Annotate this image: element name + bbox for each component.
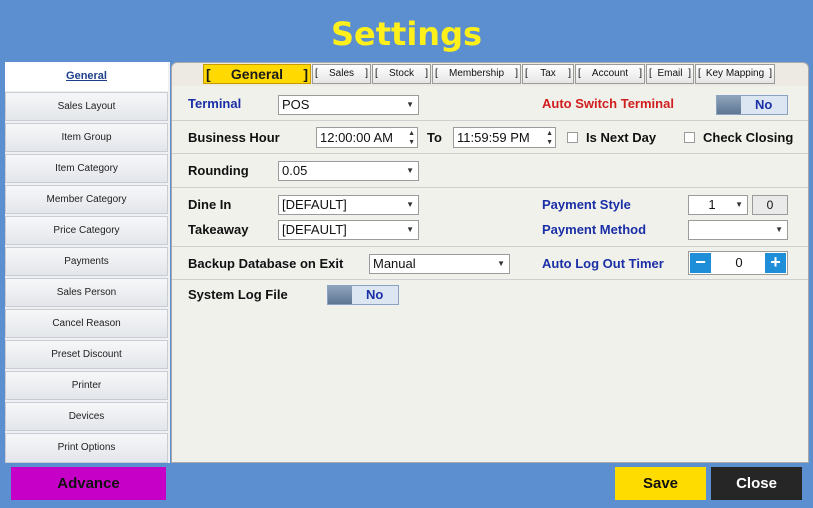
- is-next-day-checkbox[interactable]: [567, 132, 578, 143]
- divider: [172, 120, 808, 121]
- advance-button[interactable]: Advance: [11, 467, 166, 500]
- chevron-down-icon: ▼: [775, 225, 783, 234]
- close-button[interactable]: Close: [711, 467, 802, 500]
- plus-icon[interactable]: +: [765, 253, 786, 273]
- dine-in-label: Dine In: [188, 197, 232, 212]
- sidebar-item-print-options[interactable]: Print Options: [5, 433, 168, 463]
- divider: [172, 279, 808, 280]
- chevron-down-icon: ▼: [406, 100, 414, 109]
- minus-icon[interactable]: −: [690, 253, 711, 273]
- sidebar-item-sales-person[interactable]: Sales Person: [5, 278, 168, 307]
- auto-logout-timer-stepper[interactable]: − 0 +: [688, 251, 788, 275]
- backup-database-select[interactable]: Manual ▼: [369, 254, 510, 274]
- check-closing-label: Check Closing: [703, 130, 794, 145]
- window-title: Settings: [330, 15, 483, 53]
- business-hour-label: Business Hour: [188, 130, 280, 145]
- tab-stock[interactable]: [ Stock ]: [372, 64, 431, 84]
- sidebar-item-payments[interactable]: Payments: [5, 247, 168, 276]
- tab-key-mapping[interactable]: [ Key Mapping ]: [695, 64, 775, 84]
- tab-sales-label: Sales: [328, 68, 354, 79]
- sidebar-item-item-group[interactable]: Item Group: [5, 123, 168, 152]
- payment-style-select[interactable]: 1 ▼: [688, 195, 748, 215]
- check-closing-checkbox[interactable]: [684, 132, 695, 143]
- sidebar-item-printer[interactable]: Printer: [5, 371, 168, 400]
- tab-sales[interactable]: [ Sales ]: [312, 64, 371, 84]
- sidebar-item-cancel-reason[interactable]: Cancel Reason: [5, 309, 168, 338]
- auto-switch-terminal-label: Auto Switch Terminal: [542, 96, 674, 111]
- auto-logout-timer-label: Auto Log Out Timer: [542, 256, 664, 271]
- spin-up-icon[interactable]: ▲: [408, 129, 415, 138]
- sidebar-item-general[interactable]: General: [5, 62, 168, 91]
- tab-key-mapping-label: Key Mapping: [705, 68, 765, 79]
- tab-account-label: Account: [591, 68, 629, 79]
- payment-method-label: Payment Method: [542, 222, 647, 237]
- save-button[interactable]: Save: [615, 467, 706, 500]
- chevron-down-icon: ▼: [497, 259, 505, 268]
- tab-tax-label: Tax: [540, 68, 556, 79]
- takeaway-select[interactable]: [DEFAULT] ▼: [278, 220, 419, 240]
- tab-stock-label: Stock: [388, 68, 414, 79]
- divider: [172, 153, 808, 154]
- sidebar-item-sales-layout[interactable]: Sales Layout: [5, 92, 168, 121]
- tab-general[interactable]: [ General ]: [203, 64, 311, 84]
- divider: [172, 187, 808, 188]
- business-hour-to-label: To: [427, 130, 442, 145]
- tab-tax[interactable]: [ Tax ]: [522, 64, 574, 84]
- payment-style-extra-field[interactable]: 0: [752, 195, 788, 215]
- spin-down-icon[interactable]: ▼: [546, 138, 553, 147]
- tab-general-label: General: [230, 66, 284, 82]
- sidebar-item-devices[interactable]: Devices: [5, 402, 168, 431]
- payment-style-label: Payment Style: [542, 197, 631, 212]
- is-next-day-label: Is Next Day: [586, 130, 657, 145]
- terminal-label: Terminal: [188, 96, 242, 111]
- divider: [172, 246, 808, 247]
- chevron-down-icon: ▼: [406, 200, 414, 209]
- sidebar-item-member-category[interactable]: Member Category: [5, 185, 168, 214]
- rounding-select[interactable]: 0.05 ▼: [278, 161, 419, 181]
- system-log-file-label: System Log File: [188, 287, 288, 302]
- spin-down-icon[interactable]: ▼: [408, 138, 415, 147]
- rounding-label: Rounding: [188, 163, 249, 178]
- backup-database-label: Backup Database on Exit: [188, 256, 344, 271]
- tab-email[interactable]: [ Email ]: [646, 64, 694, 84]
- sidebar-item-preset-discount[interactable]: Preset Discount: [5, 340, 168, 369]
- sidebar-item-item-category[interactable]: Item Category: [5, 154, 168, 183]
- toggle-knob: [717, 96, 741, 114]
- tab-email-label: Email: [657, 68, 683, 79]
- chevron-down-icon: ▼: [406, 225, 414, 234]
- terminal-select[interactable]: POS ▼: [278, 95, 419, 115]
- tab-membership[interactable]: [ Membership ]: [432, 64, 521, 84]
- toggle-knob: [328, 286, 352, 304]
- sidebar-item-price-category[interactable]: Price Category: [5, 216, 168, 245]
- dine-in-select[interactable]: [DEFAULT] ▼: [278, 195, 419, 215]
- auto-logout-timer-value: 0: [735, 255, 743, 270]
- chevron-down-icon: ▼: [735, 200, 743, 209]
- auto-switch-terminal-toggle[interactable]: No: [716, 95, 788, 115]
- system-log-file-toggle[interactable]: No: [327, 285, 399, 305]
- takeaway-label: Takeaway: [188, 222, 249, 237]
- business-hour-to-input[interactable]: 11:59:59 PM ▲ ▼: [453, 127, 556, 148]
- chevron-down-icon: ▼: [406, 166, 414, 175]
- tab-account[interactable]: [ Account ]: [575, 64, 645, 84]
- spin-up-icon[interactable]: ▲: [546, 129, 553, 138]
- tab-membership-label: Membership: [448, 68, 505, 79]
- business-hour-from-input[interactable]: 12:00:00 AM ▲ ▼: [316, 127, 418, 148]
- payment-method-select[interactable]: ▼: [688, 220, 788, 240]
- sidebar: General Sales Layout Item Group Item Cat…: [5, 62, 170, 463]
